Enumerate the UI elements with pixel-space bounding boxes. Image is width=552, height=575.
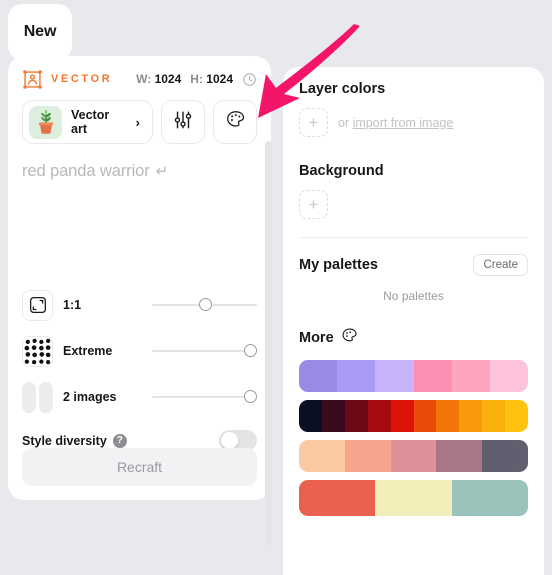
help-icon[interactable]: ? [112,433,127,448]
slider-thumb[interactable] [199,298,213,311]
controls-group: 1:1 Extreme 2 images [8,282,271,420]
scrollbar[interactable] [265,141,272,545]
background-row: + [299,190,528,219]
color-swatch[interactable] [375,480,452,516]
colors-panel: Layer colors + or import from image Back… [283,67,544,575]
style-row: Vector art › [8,90,271,144]
aspect-ratio-label: 1:1 [63,298,82,312]
app-root: New VECTOR W: 1024 H: 1024 Vector art › … [0,0,552,575]
color-swatch[interactable] [390,400,414,432]
palette-icon [340,326,359,350]
detail-control: Extreme [22,328,257,374]
color-swatch[interactable] [482,440,528,472]
color-swatch[interactable] [413,360,452,392]
add-layer-color-button[interactable]: + [299,108,328,137]
more-title: More [299,330,334,346]
recraft-button[interactable]: Recraft [22,448,257,486]
color-swatch[interactable] [375,360,414,392]
vector-image-icon [22,69,43,90]
color-swatch[interactable] [436,440,483,472]
detail-slider[interactable] [152,341,257,361]
palette-icon [224,108,247,136]
color-swatch[interactable] [390,440,437,472]
my-palettes-header: My palettes Create [299,254,528,276]
image-count-label: 2 images [63,390,117,404]
image-count-slider[interactable] [152,387,257,407]
image-count-icon[interactable] [22,381,53,413]
aspect-ratio-icon[interactable] [22,289,53,321]
color-swatch[interactable] [489,360,528,392]
detail-label: Extreme [63,344,113,358]
layer-colors-row: + or import from image [299,108,528,137]
aspect-ratio-control: 1:1 [22,282,257,328]
prompt-field[interactable]: red panda warrior ↵ [8,144,271,181]
no-palettes-text: No palettes [383,289,444,303]
background-title: Background [299,163,384,179]
or-text: or [338,115,350,130]
import-from-image: or import from image [338,116,453,130]
style-selector[interactable]: Vector art › [22,100,153,144]
sliders-icon [172,109,194,136]
slider-track [152,350,257,352]
width-value: W: 1024 [136,72,182,86]
style-name: Vector art [71,107,110,136]
height-value: H: 1024 [190,72,233,86]
image-count-control: 2 images [22,374,257,420]
color-swatch[interactable] [482,400,506,432]
palette-list [299,360,528,516]
style-thumbnail [29,105,62,139]
style-diversity-row: Style diversity ? [8,424,271,451]
aspect-ratio-slider[interactable] [152,295,257,315]
color-swatch[interactable] [344,400,368,432]
color-swatch[interactable] [299,480,376,516]
enter-icon[interactable]: ↵ [156,162,169,180]
color-swatch[interactable] [451,480,528,516]
layer-colors-title: Layer colors [299,81,386,97]
create-palette-button[interactable]: Create [473,254,528,276]
generation-panel: VECTOR W: 1024 H: 1024 Vector art › red … [8,56,271,500]
color-swatch[interactable] [337,360,376,392]
color-swatch[interactable] [321,400,345,432]
settings-button[interactable] [161,100,205,144]
slider-thumb[interactable] [244,344,257,357]
new-tab-label: New [23,23,57,40]
detail-dots-icon[interactable] [22,335,53,367]
color-swatch[interactable] [413,400,437,432]
more-header: More [299,326,528,350]
color-swatch[interactable] [367,400,391,432]
color-swatch[interactable] [451,360,490,392]
import-from-image-link[interactable]: import from image [353,116,454,130]
panel-header: VECTOR W: 1024 H: 1024 [8,56,271,90]
palette-swatch-row[interactable] [299,440,528,472]
palette-swatch-row[interactable] [299,400,528,432]
color-swatch[interactable] [299,400,322,432]
canvas-size: W: 1024 H: 1024 [136,72,257,87]
palette-swatch-row[interactable] [299,480,528,516]
color-swatch[interactable] [299,440,345,472]
clock-icon[interactable] [242,72,257,87]
add-background-color-button[interactable]: + [299,190,328,219]
toggle-knob [221,432,238,449]
slider-thumb[interactable] [244,390,257,403]
prompt-placeholder: red panda warrior [22,162,150,180]
color-swatch[interactable] [505,400,528,432]
style-diversity-label: Style diversity [22,433,107,448]
color-swatch[interactable] [344,440,391,472]
palette-button[interactable] [213,100,257,144]
chevron-right-icon: › [135,114,140,130]
color-swatch[interactable] [459,400,483,432]
palette-swatch-row[interactable] [299,360,528,392]
color-swatch[interactable] [436,400,460,432]
slider-track [152,396,257,398]
model-label: VECTOR [51,73,113,85]
divider [299,237,528,238]
new-tab[interactable]: New [8,4,72,70]
my-palettes-title: My palettes [299,257,378,273]
color-swatch[interactable] [299,360,338,392]
